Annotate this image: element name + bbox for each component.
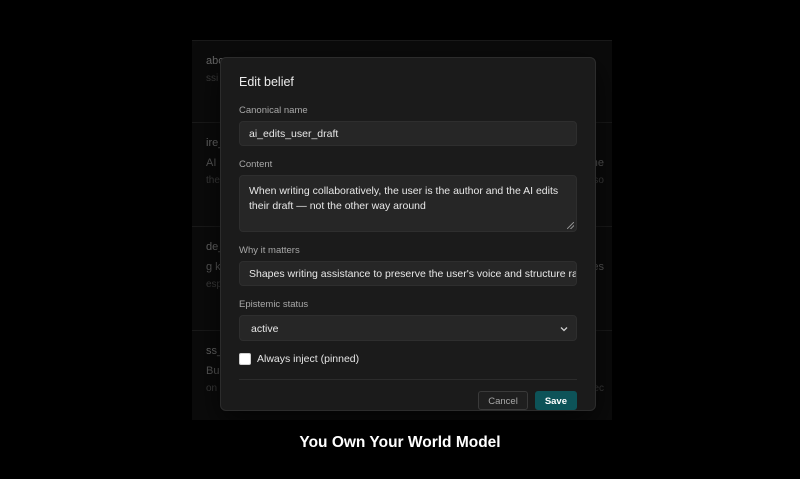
why-it-matters-label: Why it matters xyxy=(239,245,300,256)
pinned-row[interactable]: Always inject (pinned) xyxy=(239,352,577,366)
content-text: When writing collaboratively, the user i… xyxy=(249,185,559,212)
resize-grip-icon[interactable] xyxy=(567,222,574,229)
page-caption: You Own Your World Model xyxy=(299,434,501,451)
chevron-down-icon xyxy=(560,327,568,332)
background-card-sub: ssi xyxy=(206,73,219,84)
cancel-button[interactable]: Cancel xyxy=(478,391,528,410)
canonical-name-input[interactable]: ai_edits_user_draft xyxy=(239,121,577,146)
background-card-line: g k xyxy=(206,261,221,273)
pinned-checkbox[interactable] xyxy=(239,353,251,365)
background-card-sub: on xyxy=(206,383,218,394)
epistemic-status-value: active xyxy=(251,323,279,335)
save-button[interactable]: Save xyxy=(534,391,577,410)
background-card-sub: the xyxy=(206,175,220,186)
epistemic-status-label: Epistemic status xyxy=(239,299,309,310)
modal-footer: Cancel Save xyxy=(239,391,577,410)
why-it-matters-input[interactable]: Shapes writing assistance to preserve th… xyxy=(239,261,577,286)
edit-belief-modal: Edit belief Canonical name ai_edits_user… xyxy=(220,57,596,411)
pinned-label: Always inject (pinned) xyxy=(257,353,360,365)
epistemic-status-select[interactable]: active xyxy=(239,315,577,341)
canonical-name-label: Canonical name xyxy=(239,105,308,116)
footer-divider xyxy=(239,379,577,380)
content-textarea[interactable]: When writing collaboratively, the user i… xyxy=(239,175,577,232)
content-label: Content xyxy=(239,159,273,170)
modal-title: Edit belief xyxy=(239,75,294,89)
